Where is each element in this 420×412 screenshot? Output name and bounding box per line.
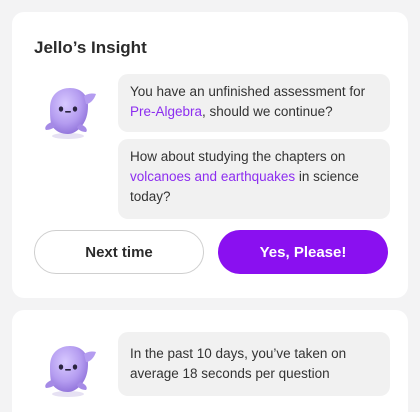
assessment-message-text: You have an unfinished assessment for [130, 84, 366, 99]
jello-mascot-icon [36, 78, 100, 142]
assessment-message-bubble: You have an unfinished assessment for Pr… [118, 74, 390, 132]
study-suggestion-text: How about studying the chapters on [130, 149, 346, 164]
stats-card: In the past 10 days, you’ve taken on ave… [12, 310, 408, 412]
stats-message-text: In the past 10 days, you’ve taken on ave… [130, 346, 347, 381]
pre-algebra-link[interactable]: Pre-Algebra [130, 104, 202, 119]
insight-card-title: Jello’s Insight [34, 38, 147, 57]
assessment-message-suffix: , should we continue? [202, 104, 333, 119]
jello-mascot-icon [36, 336, 100, 400]
insight-card: Jello’s Insight You have an unfinished a… [12, 12, 408, 298]
yes-please-button[interactable]: Yes, Please! [218, 230, 388, 274]
next-time-button[interactable]: Next time [34, 230, 204, 274]
stats-message-bubble: In the past 10 days, you’ve taken on ave… [118, 332, 390, 396]
study-suggestion-bubble: How about studying the chapters on volca… [118, 139, 390, 219]
volcanoes-earthquakes-link[interactable]: volcanoes and earthquakes [130, 169, 295, 184]
